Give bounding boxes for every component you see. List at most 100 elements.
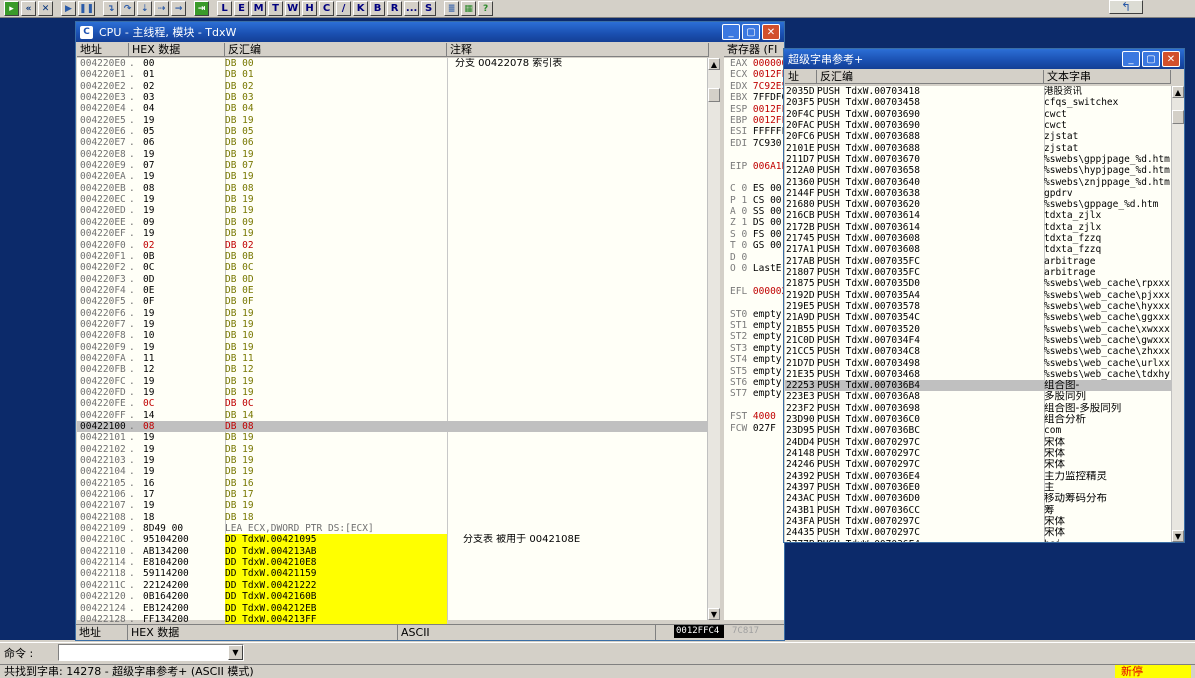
scroll-thumb[interactable] [1172, 110, 1184, 124]
goto-icon[interactable]: ⇥ [194, 1, 210, 16]
rewind-icon[interactable]: « [21, 1, 36, 16]
disasm-row[interactable]: 004220EF. 19 DB 19 [77, 228, 707, 239]
scroll-down-icon[interactable]: ▼ [708, 608, 720, 620]
register-row[interactable]: ESI FFFFFF [724, 126, 784, 137]
register-row[interactable]: EBP 0012FF [724, 115, 784, 126]
disasm-row[interactable]: 00422114. E8104200 DD TdxW.004210E8 [77, 557, 707, 569]
disasm-row[interactable]: 004220E9. 07 DB 07 [77, 160, 707, 171]
col-text[interactable]: 文本字串 [1044, 70, 1171, 83]
string-row[interactable]: 21CC5 PUSH TdxW.007034C8 %swebs\web_cache\… [785, 346, 1171, 357]
disasm-row[interactable]: 004220E1. 01 DB 01 [77, 69, 707, 80]
disasm-row[interactable]: 004220FD. 19 DB 19 [77, 387, 707, 398]
dump-col-address[interactable]: 地址 [76, 625, 128, 640]
toolbar-button[interactable]: B [370, 1, 386, 16]
help-icon[interactable]: ? [478, 1, 494, 16]
disasm-row[interactable]: 00422110. AB134200 DD TdxW.004213AB [77, 545, 707, 558]
disasm-row[interactable]: 004220FC. 19 DB 19 [77, 376, 707, 387]
disasm-row[interactable]: 00422100. 08 DB 08 [77, 421, 707, 433]
register-row[interactable]: EDX 7C92E5 [724, 81, 784, 92]
register-row[interactable]: EFL 000002 [724, 286, 784, 297]
string-row[interactable]: 24246 PUSH TdxW.0070297C 宋体 [785, 459, 1171, 470]
register-row[interactable]: ST7 empty [724, 388, 784, 399]
disasm-row[interactable]: 004220FA. 11 DB 11 [77, 353, 707, 364]
close-icon[interactable]: ✕ [38, 1, 53, 16]
step-over-icon[interactable]: ↷ [120, 1, 136, 16]
maximize-icon[interactable]: ▢ [742, 24, 760, 40]
disasm-row[interactable]: 00422120. 0B164200 DD TdxW.0042160B [77, 591, 707, 603]
toolbar-button[interactable]: E [234, 1, 250, 16]
disasm-row[interactable]: 004220EE. 09 DB 09 [77, 217, 707, 228]
toolbar-button[interactable]: / [336, 1, 352, 16]
string-row[interactable]: 22253 PUSH TdxW.007036B4 组合图- [785, 380, 1171, 392]
stack-address[interactable]: 0012FFC4 [674, 625, 724, 638]
disasm-row[interactable]: 00422104. 19 DB 19 [77, 466, 707, 477]
string-row[interactable]: 20F4C PUSH TdxW.00703690 cwct [785, 109, 1171, 120]
register-row[interactable]: ECX 0012FF [724, 69, 784, 80]
disasm-row[interactable]: 004220F1. 0B DB 0B [77, 251, 707, 262]
minimize-icon[interactable]: _ [1122, 51, 1140, 67]
grid-icon[interactable]: ▦ [461, 1, 477, 16]
toolbar-button[interactable]: L [217, 1, 233, 16]
chevron-down-icon[interactable]: ▼ [228, 645, 243, 660]
string-row[interactable]: 21807 PUSH TdxW.007035FC arbitrage [785, 267, 1171, 278]
disasm-row[interactable]: 004220E7. 06 DB 06 [77, 137, 707, 148]
toolbar-button[interactable]: W [285, 1, 301, 16]
register-row[interactable]: O 0 LastE [724, 263, 784, 274]
string-row[interactable]: 21360 PUSH TdxW.00703640 %swebs\znjppage_%… [785, 177, 1171, 188]
register-row[interactable] [724, 400, 784, 411]
string-row[interactable]: 243FA PUSH TdxW.0070297C 宋体 [785, 516, 1171, 527]
disasm-row[interactable]: 004220F5. 0F DB 0F [77, 296, 707, 307]
register-row[interactable]: D 0 [724, 252, 784, 263]
register-row[interactable]: EAX 000000 [724, 58, 784, 69]
register-row[interactable]: ST6 empty [724, 377, 784, 388]
register-row[interactable] [724, 172, 784, 183]
scroll-up-icon[interactable]: ▲ [708, 58, 720, 70]
string-row[interactable]: 223E3 PUSH TdxW.007036A8 多股同列 [785, 391, 1171, 402]
string-row[interactable]: 24392 PUSH TdxW.007036E4 主力监控精灵 [785, 471, 1171, 482]
execute-till-return-icon[interactable]: → [171, 1, 187, 16]
disasm-row[interactable]: 004220F0. 02 DB 02 [77, 240, 707, 251]
toolbar-button[interactable]: C [319, 1, 335, 16]
trace-over-icon[interactable]: ⇢ [154, 1, 170, 16]
scroll-thumb[interactable] [708, 88, 720, 102]
disasm-row[interactable]: 004220EC. 19 DB 19 [77, 194, 707, 205]
register-row[interactable]: ST2 empty [724, 331, 784, 342]
maximize-icon[interactable]: ▢ [1142, 51, 1160, 67]
string-row[interactable]: 23D90 PUSH TdxW.007036C0 组合分析 [785, 414, 1171, 425]
string-row[interactable]: 21680 PUSH TdxW.00703620 %swebs\gppage_%d.… [785, 199, 1171, 210]
run-icon[interactable]: ▶ [61, 1, 76, 16]
disasm-row[interactable]: 004220E3. 03 DB 03 [77, 92, 707, 103]
list-icon[interactable]: ≣ [444, 1, 460, 16]
string-row[interactable]: 243B1 PUSH TdxW.007036CC 筹 [785, 505, 1171, 516]
disasm-row[interactable]: 004220F4. 0E DB 0E [77, 285, 707, 296]
string-row[interactable]: 20FAC PUSH TdxW.00703690 cwct [785, 120, 1171, 131]
minimize-icon[interactable]: _ [722, 24, 740, 40]
register-row[interactable]: A 0 SS 00 [724, 206, 784, 217]
disasm-row[interactable]: 004220F3. 0D DB 0D [77, 274, 707, 285]
string-row[interactable]: 24148 PUSH TdxW.0070297C 宋体 [785, 448, 1171, 459]
disasm-row[interactable]: 00422108. 18 DB 18 [77, 512, 707, 523]
string-row[interactable]: 23D95 PUSH TdxW.007036BC com [785, 425, 1171, 436]
register-row[interactable]: P 1 CS 00 [724, 195, 784, 206]
registers-pane[interactable]: EAX 000000 ECX 0012FF EDX 7C92E5 EBX 7FFDF0… [724, 58, 784, 620]
register-row[interactable] [724, 149, 784, 160]
scroll-down-icon[interactable]: ▼ [1172, 530, 1184, 542]
register-row[interactable]: EDI 7C930 [724, 138, 784, 149]
string-row[interactable]: 2101E PUSH TdxW.00703688 zjstat [785, 143, 1171, 154]
col-comment[interactable]: 注释 [447, 43, 709, 56]
string-row[interactable]: 2192D PUSH TdxW.007035A4 %swebs\web_cache\… [785, 290, 1171, 301]
disasm-row[interactable]: 00422109. 8D49 00 LEA ECX,DWORD PTR DS:[EC… [77, 523, 707, 534]
string-row[interactable]: 211D7 PUSH TdxW.00703670 %swebs\gppjpage_%… [785, 154, 1171, 165]
register-row[interactable]: Z 1 DS 00 [724, 217, 784, 228]
disasm-row[interactable]: 00422105. 16 DB 16 [77, 478, 707, 489]
toolbar-button[interactable]: H [302, 1, 318, 16]
col-disasm[interactable]: 反汇编 [817, 70, 1044, 83]
dump-col-ascii[interactable]: ASCII [398, 625, 656, 640]
disasm-row[interactable]: 004220E4. 04 DB 04 [77, 103, 707, 114]
register-row[interactable]: ST4 empty [724, 354, 784, 365]
close-icon[interactable]: ✕ [1162, 51, 1180, 67]
string-row[interactable]: 24435 PUSH TdxW.0070297C 宋体 [785, 527, 1171, 538]
register-row[interactable]: ESP 0012FF [724, 104, 784, 115]
trace-into-icon[interactable]: ⇣ [137, 1, 153, 16]
register-row[interactable]: ST5 empty [724, 366, 784, 377]
